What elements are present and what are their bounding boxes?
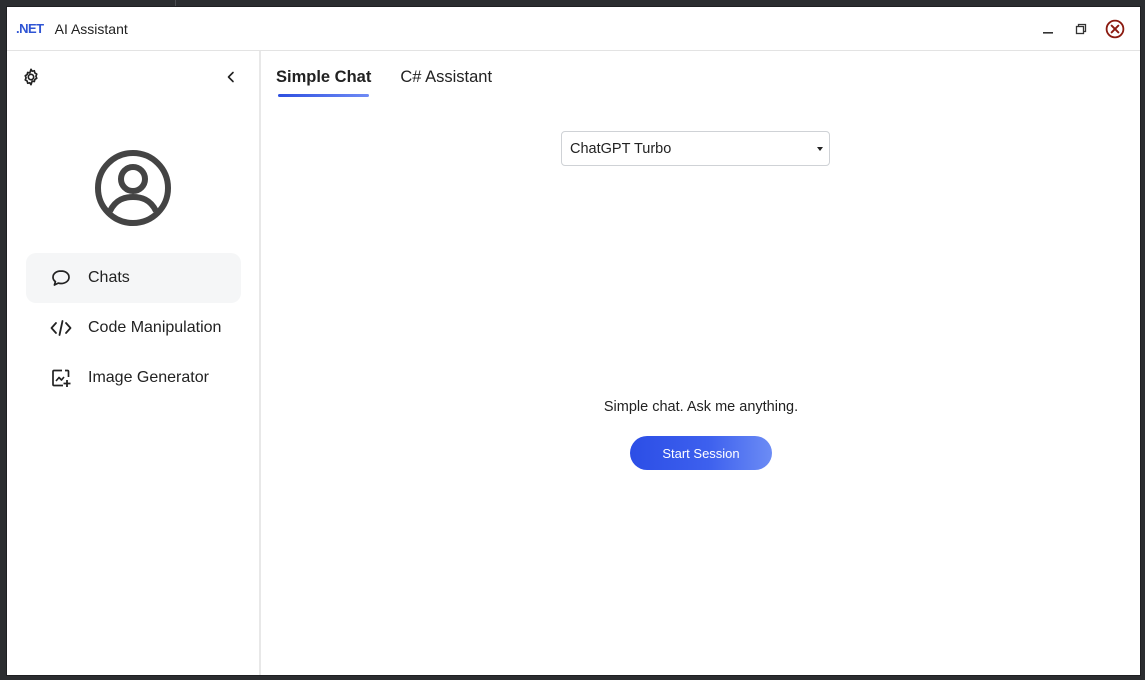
sidebar-item-label: Image Generator (88, 369, 209, 386)
caret-down-icon (817, 147, 823, 151)
sidebar-nav: Chats Code Manipulation Image Generator (26, 253, 241, 403)
chat-hint-text: Simple chat. Ask me anything. (603, 399, 799, 415)
sidebar-item-code-manipulation[interactable]: Code Manipulation (26, 303, 241, 353)
start-session-button[interactable]: Start Session (630, 436, 772, 470)
chevron-left-icon (227, 71, 234, 83)
collapse-sidebar-button[interactable] (223, 68, 239, 86)
tab-bar: Simple Chat C# Assistant (275, 67, 493, 97)
image-add-icon (50, 367, 72, 389)
window-title: AI Assistant (54, 20, 128, 37)
tab-csharp-assistant[interactable]: C# Assistant (399, 67, 493, 97)
tab-simple-chat[interactable]: Simple Chat (275, 67, 372, 97)
minimize-button[interactable] (1033, 14, 1063, 44)
sidebar-item-label: Chats (88, 269, 130, 286)
model-select-value: ChatGPT Turbo (570, 140, 672, 157)
dotnet-logo: .NET (16, 21, 44, 36)
title-bar: .NET AI Assistant (7, 7, 1140, 51)
sidebar-item-chats[interactable]: Chats (26, 253, 241, 303)
restore-icon (1075, 23, 1087, 34)
sidebar-item-label: Code Manipulation (88, 319, 222, 336)
avatar (94, 149, 172, 227)
close-button[interactable] (1100, 14, 1130, 44)
close-icon (1105, 19, 1125, 38)
main-content: Simple Chat C# Assistant ChatGPT Turbo S… (261, 51, 1140, 675)
restore-button[interactable] (1066, 14, 1096, 44)
chat-bubble-icon (50, 267, 72, 289)
settings-button[interactable] (21, 67, 41, 87)
code-icon (50, 317, 72, 339)
model-select[interactable]: ChatGPT Turbo (561, 131, 830, 166)
sidebar-item-image-generator[interactable]: Image Generator (26, 353, 241, 403)
user-circle-icon (95, 150, 171, 226)
minimize-icon (1043, 31, 1053, 34)
app-window: .NET AI Assistant Chats Code Manipulatio… (6, 6, 1141, 676)
sidebar: Chats Code Manipulation Image Generator (7, 51, 261, 675)
gear-icon (24, 68, 38, 86)
